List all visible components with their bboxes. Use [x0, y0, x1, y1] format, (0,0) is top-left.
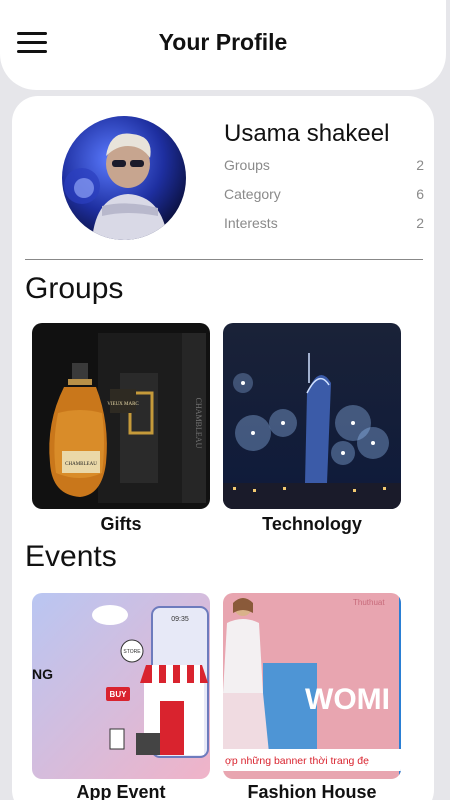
- stat-label: Groups: [224, 157, 270, 173]
- stat-label: Category: [224, 186, 281, 202]
- group-tile-technology[interactable]: [223, 323, 401, 509]
- group-tile-gifts[interactable]: VIEUX MARC CHAMBLEAU CHAMBLEAU: [32, 323, 210, 509]
- event-label-app-event: App Event: [76, 782, 166, 800]
- event-tile-app-event[interactable]: NG 09:35 STORE BUY: [32, 593, 210, 779]
- events-section-title: Events: [25, 540, 117, 573]
- stat-value: 2: [416, 157, 424, 173]
- brand-text: CHAMBLEAU: [194, 398, 203, 449]
- banner-text: NG: [32, 666, 53, 682]
- banner-caption: ợp những banner thời trang đẹ: [225, 755, 369, 767]
- stat-value: 2: [416, 215, 424, 231]
- page-title: Your Profile: [158, 29, 288, 55]
- stat-category: Category 6: [224, 186, 424, 206]
- groups-section-title: Groups: [25, 272, 124, 305]
- phone-time: 09:35: [171, 616, 189, 623]
- buy-badge: BUY: [110, 690, 128, 699]
- app-header: Your Profile: [0, 0, 446, 90]
- stat-groups: Groups 2: [224, 157, 424, 177]
- divider: [25, 259, 423, 260]
- banner-headline: WOMI: [305, 683, 390, 716]
- stat-value: 6: [416, 186, 424, 202]
- group-label-gifts: Gifts: [100, 514, 142, 534]
- group-label-technology: Technology: [262, 514, 362, 534]
- stat-label: Interests: [224, 215, 278, 231]
- avatar: [62, 116, 186, 240]
- watermark-text: Thuthuat: [353, 598, 385, 607]
- event-tile-fashion-house[interactable]: Thuthuat WOMI ợp những banner thời trang…: [223, 593, 401, 779]
- stat-interests: Interests 2: [224, 215, 424, 235]
- user-name: Usama shakeel: [224, 120, 390, 147]
- brand-text: CHAMBLEAU: [65, 462, 97, 467]
- store-badge: STORE: [123, 649, 141, 655]
- brand-text: VIEUX MARC: [107, 402, 139, 407]
- event-label-fashion-house: Fashion House: [247, 782, 377, 800]
